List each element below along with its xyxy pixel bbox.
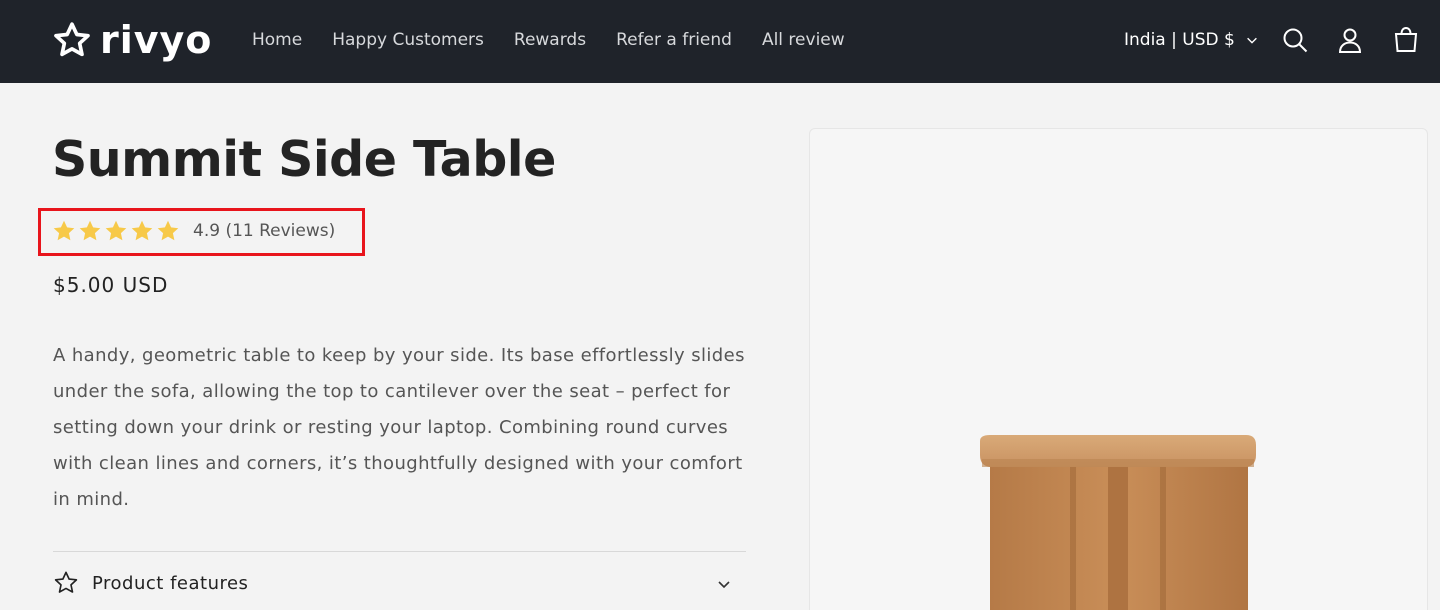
rating-text: 4.9 (11 Reviews) <box>193 221 336 241</box>
star-icon <box>157 220 179 241</box>
product-title: Summit Side Table <box>52 131 556 188</box>
product-rating[interactable]: 4.9 (11 Reviews) <box>52 219 335 243</box>
star-outline-icon <box>54 571 78 593</box>
star-icon <box>79 220 101 241</box>
star-icon <box>53 220 75 241</box>
product-image[interactable] <box>809 128 1428 610</box>
site-header: rivyo Home Happy Customers Rewards Refer… <box>0 0 1440 83</box>
product-features-accordion[interactable]: Product features <box>53 566 746 600</box>
product-features-label: Product features <box>92 572 249 594</box>
nav-refer-a-friend[interactable]: Refer a friend <box>616 28 732 52</box>
rating-stars <box>52 219 180 243</box>
divider <box>53 551 746 552</box>
product-description: A handy, geometric table to keep by your… <box>53 345 745 510</box>
side-table-image <box>980 435 1256 610</box>
main-nav: Home Happy Customers Rewards Refer a fri… <box>252 28 845 52</box>
account-icon[interactable] <box>1336 26 1364 54</box>
chevron-down-icon <box>1246 37 1257 44</box>
nav-home[interactable]: Home <box>252 28 302 52</box>
logo-star-icon <box>54 22 90 57</box>
currency-selector[interactable]: India | USD $ <box>1124 28 1259 52</box>
logo[interactable]: rivyo <box>52 16 212 64</box>
product-price: $5.00 USD <box>53 273 169 297</box>
nav-all-review[interactable]: All review <box>762 28 845 52</box>
nav-happy-customers[interactable]: Happy Customers <box>332 28 484 52</box>
currency-label: India | USD $ <box>1124 30 1235 50</box>
cart-icon[interactable] <box>1392 26 1420 54</box>
star-icon <box>105 220 127 241</box>
chevron-down-icon <box>718 581 730 589</box>
nav-rewards[interactable]: Rewards <box>514 28 586 52</box>
search-icon[interactable] <box>1281 26 1309 54</box>
star-icon <box>131 220 153 241</box>
logo-text: rivyo <box>100 18 213 62</box>
